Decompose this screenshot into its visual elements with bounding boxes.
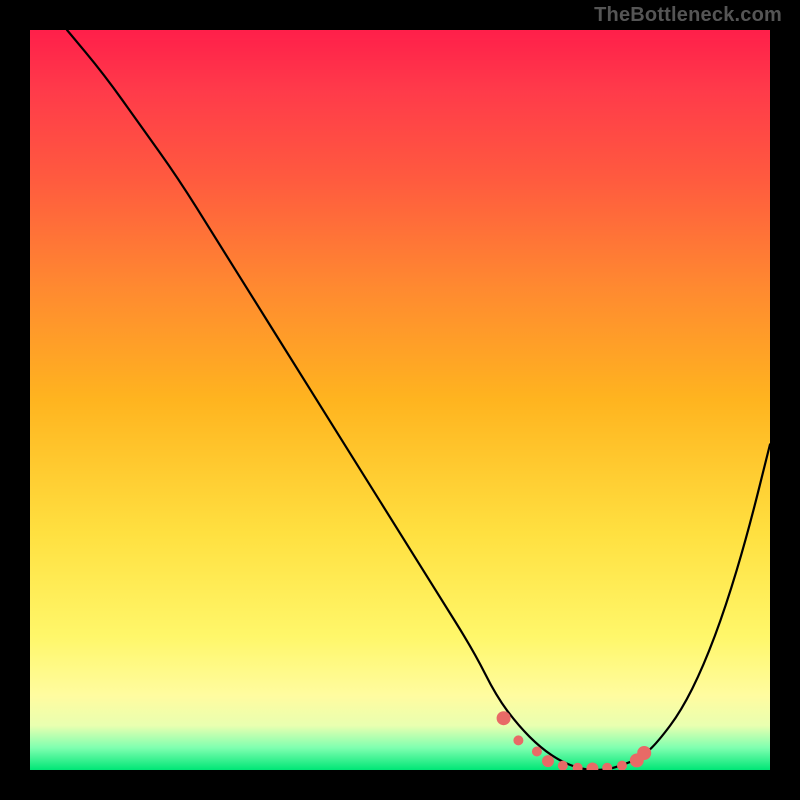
bottleneck-curve bbox=[67, 30, 770, 770]
chart-container: TheBottleneck.com bbox=[0, 0, 800, 800]
highlight-dot bbox=[586, 763, 598, 771]
watermark-text: TheBottleneck.com bbox=[594, 4, 782, 27]
highlight-dot bbox=[532, 747, 542, 757]
plot-area bbox=[30, 30, 770, 770]
highlight-dot bbox=[630, 753, 644, 767]
highlight-dot bbox=[558, 761, 568, 770]
curve-svg bbox=[30, 30, 770, 770]
highlight-dot bbox=[602, 763, 612, 770]
highlight-dot bbox=[637, 746, 651, 760]
highlight-dot bbox=[513, 735, 523, 745]
highlight-dot bbox=[542, 755, 554, 767]
highlight-dots bbox=[497, 711, 652, 770]
highlight-dot bbox=[573, 763, 583, 770]
highlight-dot bbox=[497, 711, 511, 725]
highlight-dot bbox=[617, 761, 627, 770]
